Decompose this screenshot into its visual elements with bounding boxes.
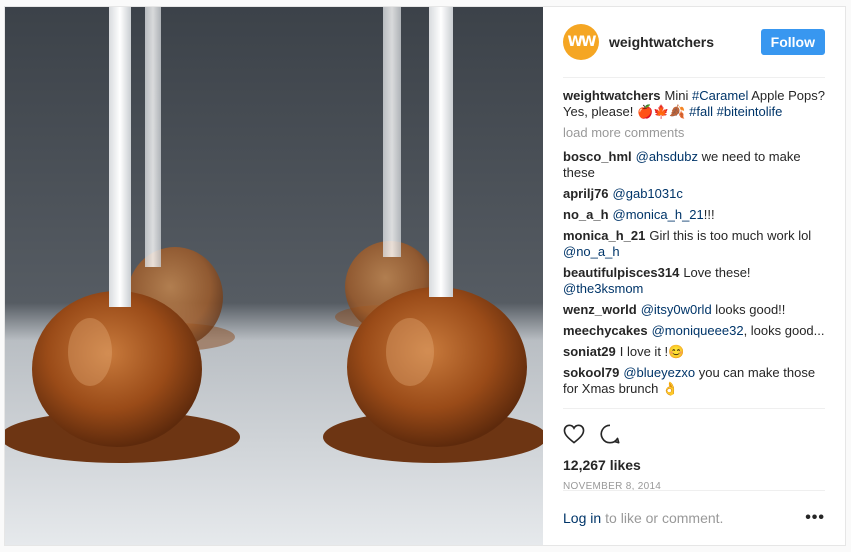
caption: weightwatchers Mini #Caramel Apple Pops? … [563,88,825,120]
follow-button[interactable]: Follow [760,29,825,55]
comment: no_a_h @monica_h_21!!! [563,207,825,223]
comment-mention[interactable]: @monica_h_21 [613,207,704,222]
comment: soniat29 I love it !😊 [563,344,825,360]
comments-list: weightwatchers Mini #Caramel Apple Pops? … [563,78,825,408]
comment-mention[interactable]: @no_a_h [563,244,620,259]
like-button[interactable] [563,424,585,444]
post-side-panel: WW weightwatchers Follow weightwatchers M… [543,7,845,545]
comment: wenz_world @itsy0w0rld looks good!! [563,302,825,318]
post-photo[interactable] [5,7,543,545]
comment: meechycakes @moniqueee32, looks good... [563,323,825,339]
comment-mention[interactable]: @gab1031c [613,186,683,201]
login-link[interactable]: Log in [563,510,601,526]
hashtag-biteintolife[interactable]: #biteintolife [717,104,783,119]
post-username[interactable]: weightwatchers [609,34,761,50]
post-footer: Log in to like or comment. ••• [563,490,825,545]
comment-username[interactable]: no_a_h [563,207,609,222]
login-prompt-text: to like or comment. [605,510,724,526]
comment-button[interactable] [599,423,621,445]
heart-icon [563,424,585,444]
post-actions [563,408,825,449]
comment-text: looks good!! [711,302,786,317]
likes-count[interactable]: 12,267 likes [563,457,825,473]
comment-text: Girl this is too much work lol [649,228,812,243]
comment: bosco_hml @ahsdubz we need to make these [563,149,825,181]
comment-text: , looks good... [743,323,825,338]
comment-mention[interactable]: @itsy0w0rld [641,302,712,317]
avatar[interactable]: WW [563,24,599,60]
load-more-comments[interactable]: load more comments [563,125,825,141]
hashtag-caramel[interactable]: #Caramel [692,88,748,103]
comment-username[interactable]: aprilj76 [563,186,609,201]
comment-icon [600,424,620,444]
comment-text: !!! [703,207,715,222]
more-options-icon[interactable]: ••• [805,509,825,527]
comment-username[interactable]: beautifulpisces314 [563,265,679,280]
comment: aprilj76 @gab1031c [563,186,825,202]
caramel-apple-pops-image [5,7,543,545]
comment: sokool79 @blueyezxo you can make those fo… [563,365,825,397]
hashtag-fall[interactable]: #fall [689,104,713,119]
instagram-post: WW weightwatchers Follow weightwatchers M… [4,6,846,546]
comment-username[interactable]: wenz_world [563,302,637,317]
comment-mention[interactable]: @moniqueee32 [652,323,744,338]
comment: beautifulpisces314 Love these! @the3ksmom [563,265,825,297]
comment-username[interactable]: soniat29 [563,344,616,359]
comment-username[interactable]: sokool79 [563,365,619,380]
comment: monica_h_21 Girl this is too much work lo… [563,228,825,260]
comment-username[interactable]: bosco_hml [563,149,632,164]
caption-part-0: Mini [664,88,692,103]
comment-mention[interactable]: @ahsdubz [636,149,698,164]
comment-mention[interactable]: @the3ksmom [563,281,643,296]
comment-text: Love these! [683,265,751,280]
comment-mention[interactable]: @blueyezxo [623,365,695,380]
avatar-initials: WW [567,34,597,50]
comment-username[interactable]: meechycakes [563,323,648,338]
comment-text: I love it !😊 [619,344,685,359]
caption-username[interactable]: weightwatchers [563,88,661,103]
comment-username[interactable]: monica_h_21 [563,228,645,243]
post-header: WW weightwatchers Follow [563,7,825,78]
